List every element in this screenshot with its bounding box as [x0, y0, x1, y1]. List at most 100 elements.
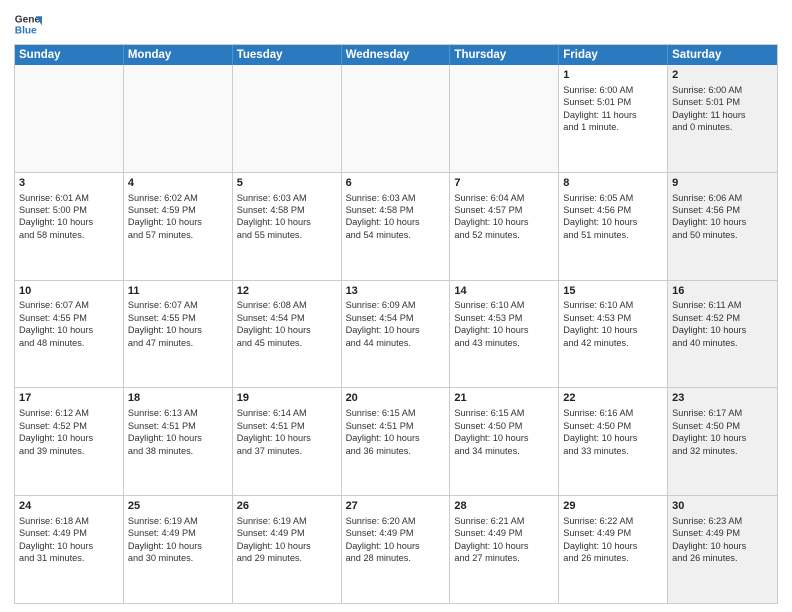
cell-info: Sunrise: 6:03 AM Sunset: 4:58 PM Dayligh… — [346, 192, 446, 242]
day-number: 28 — [454, 499, 554, 514]
cell-info: Sunrise: 6:08 AM Sunset: 4:54 PM Dayligh… — [237, 299, 337, 349]
day-number: 24 — [19, 499, 119, 514]
calendar-cell: 6Sunrise: 6:03 AM Sunset: 4:58 PM Daylig… — [342, 173, 451, 280]
cell-info: Sunrise: 6:09 AM Sunset: 4:54 PM Dayligh… — [346, 299, 446, 349]
cell-info: Sunrise: 6:10 AM Sunset: 4:53 PM Dayligh… — [563, 299, 663, 349]
cell-info: Sunrise: 6:01 AM Sunset: 5:00 PM Dayligh… — [19, 192, 119, 242]
calendar-row: 10Sunrise: 6:07 AM Sunset: 4:55 PM Dayli… — [15, 280, 777, 388]
cell-info: Sunrise: 6:04 AM Sunset: 4:57 PM Dayligh… — [454, 192, 554, 242]
calendar-cell: 21Sunrise: 6:15 AM Sunset: 4:50 PM Dayli… — [450, 388, 559, 495]
cell-info: Sunrise: 6:03 AM Sunset: 4:58 PM Dayligh… — [237, 192, 337, 242]
cell-info: Sunrise: 6:14 AM Sunset: 4:51 PM Dayligh… — [237, 407, 337, 457]
calendar-cell — [124, 65, 233, 172]
cell-info: Sunrise: 6:07 AM Sunset: 4:55 PM Dayligh… — [128, 299, 228, 349]
calendar-cell: 3Sunrise: 6:01 AM Sunset: 5:00 PM Daylig… — [15, 173, 124, 280]
day-number: 7 — [454, 176, 554, 191]
calendar-cell: 5Sunrise: 6:03 AM Sunset: 4:58 PM Daylig… — [233, 173, 342, 280]
cell-info: Sunrise: 6:23 AM Sunset: 4:49 PM Dayligh… — [672, 515, 773, 565]
cell-info: Sunrise: 6:10 AM Sunset: 4:53 PM Dayligh… — [454, 299, 554, 349]
cell-info: Sunrise: 6:13 AM Sunset: 4:51 PM Dayligh… — [128, 407, 228, 457]
calendar-cell: 8Sunrise: 6:05 AM Sunset: 4:56 PM Daylig… — [559, 173, 668, 280]
calendar-cell: 16Sunrise: 6:11 AM Sunset: 4:52 PM Dayli… — [668, 281, 777, 388]
cell-info: Sunrise: 6:02 AM Sunset: 4:59 PM Dayligh… — [128, 192, 228, 242]
calendar-cell: 27Sunrise: 6:20 AM Sunset: 4:49 PM Dayli… — [342, 496, 451, 603]
day-number: 14 — [454, 284, 554, 299]
cell-info: Sunrise: 6:00 AM Sunset: 5:01 PM Dayligh… — [672, 84, 773, 134]
cell-info: Sunrise: 6:17 AM Sunset: 4:50 PM Dayligh… — [672, 407, 773, 457]
logo: General Blue — [14, 10, 42, 38]
day-number: 29 — [563, 499, 663, 514]
day-number: 5 — [237, 176, 337, 191]
calendar-cell: 9Sunrise: 6:06 AM Sunset: 4:56 PM Daylig… — [668, 173, 777, 280]
day-number: 20 — [346, 391, 446, 406]
day-number: 8 — [563, 176, 663, 191]
calendar-cell — [342, 65, 451, 172]
calendar-row: 24Sunrise: 6:18 AM Sunset: 4:49 PM Dayli… — [15, 495, 777, 603]
calendar-cell: 18Sunrise: 6:13 AM Sunset: 4:51 PM Dayli… — [124, 388, 233, 495]
header-day: Saturday — [668, 45, 777, 65]
calendar-cell: 15Sunrise: 6:10 AM Sunset: 4:53 PM Dayli… — [559, 281, 668, 388]
day-number: 15 — [563, 284, 663, 299]
calendar: SundayMondayTuesdayWednesdayThursdayFrid… — [14, 44, 778, 604]
calendar-cell: 12Sunrise: 6:08 AM Sunset: 4:54 PM Dayli… — [233, 281, 342, 388]
day-number: 1 — [563, 68, 663, 83]
cell-info: Sunrise: 6:05 AM Sunset: 4:56 PM Dayligh… — [563, 192, 663, 242]
svg-text:Blue: Blue — [15, 25, 37, 36]
calendar-cell: 14Sunrise: 6:10 AM Sunset: 4:53 PM Dayli… — [450, 281, 559, 388]
calendar-cell: 25Sunrise: 6:19 AM Sunset: 4:49 PM Dayli… — [124, 496, 233, 603]
cell-info: Sunrise: 6:00 AM Sunset: 5:01 PM Dayligh… — [563, 84, 663, 134]
calendar-cell: 22Sunrise: 6:16 AM Sunset: 4:50 PM Dayli… — [559, 388, 668, 495]
calendar-cell: 23Sunrise: 6:17 AM Sunset: 4:50 PM Dayli… — [668, 388, 777, 495]
day-number: 9 — [672, 176, 773, 191]
cell-info: Sunrise: 6:20 AM Sunset: 4:49 PM Dayligh… — [346, 515, 446, 565]
cell-info: Sunrise: 6:22 AM Sunset: 4:49 PM Dayligh… — [563, 515, 663, 565]
cell-info: Sunrise: 6:19 AM Sunset: 4:49 PM Dayligh… — [128, 515, 228, 565]
calendar-cell: 13Sunrise: 6:09 AM Sunset: 4:54 PM Dayli… — [342, 281, 451, 388]
calendar-cell: 24Sunrise: 6:18 AM Sunset: 4:49 PM Dayli… — [15, 496, 124, 603]
calendar-body: 1Sunrise: 6:00 AM Sunset: 5:01 PM Daylig… — [15, 65, 777, 603]
day-number: 11 — [128, 284, 228, 299]
calendar-cell: 4Sunrise: 6:02 AM Sunset: 4:59 PM Daylig… — [124, 173, 233, 280]
day-number: 22 — [563, 391, 663, 406]
calendar-cell — [450, 65, 559, 172]
day-number: 4 — [128, 176, 228, 191]
day-number: 17 — [19, 391, 119, 406]
calendar-cell — [233, 65, 342, 172]
header-day: Monday — [124, 45, 233, 65]
calendar-cell: 7Sunrise: 6:04 AM Sunset: 4:57 PM Daylig… — [450, 173, 559, 280]
header-day: Sunday — [15, 45, 124, 65]
calendar-cell: 2Sunrise: 6:00 AM Sunset: 5:01 PM Daylig… — [668, 65, 777, 172]
cell-info: Sunrise: 6:11 AM Sunset: 4:52 PM Dayligh… — [672, 299, 773, 349]
calendar-cell: 20Sunrise: 6:15 AM Sunset: 4:51 PM Dayli… — [342, 388, 451, 495]
calendar-cell: 19Sunrise: 6:14 AM Sunset: 4:51 PM Dayli… — [233, 388, 342, 495]
header-day: Friday — [559, 45, 668, 65]
calendar-cell: 17Sunrise: 6:12 AM Sunset: 4:52 PM Dayli… — [15, 388, 124, 495]
day-number: 30 — [672, 499, 773, 514]
cell-info: Sunrise: 6:12 AM Sunset: 4:52 PM Dayligh… — [19, 407, 119, 457]
cell-info: Sunrise: 6:15 AM Sunset: 4:50 PM Dayligh… — [454, 407, 554, 457]
logo-icon: General Blue — [14, 10, 42, 38]
header-day: Tuesday — [233, 45, 342, 65]
day-number: 26 — [237, 499, 337, 514]
calendar-cell: 28Sunrise: 6:21 AM Sunset: 4:49 PM Dayli… — [450, 496, 559, 603]
header: General Blue — [14, 10, 778, 38]
calendar-cell: 29Sunrise: 6:22 AM Sunset: 4:49 PM Dayli… — [559, 496, 668, 603]
cell-info: Sunrise: 6:16 AM Sunset: 4:50 PM Dayligh… — [563, 407, 663, 457]
calendar-row: 3Sunrise: 6:01 AM Sunset: 5:00 PM Daylig… — [15, 172, 777, 280]
calendar-row: 17Sunrise: 6:12 AM Sunset: 4:52 PM Dayli… — [15, 387, 777, 495]
calendar-cell — [15, 65, 124, 172]
calendar-cell: 11Sunrise: 6:07 AM Sunset: 4:55 PM Dayli… — [124, 281, 233, 388]
day-number: 6 — [346, 176, 446, 191]
calendar-row: 1Sunrise: 6:00 AM Sunset: 5:01 PM Daylig… — [15, 65, 777, 172]
day-number: 12 — [237, 284, 337, 299]
day-number: 3 — [19, 176, 119, 191]
day-number: 13 — [346, 284, 446, 299]
cell-info: Sunrise: 6:06 AM Sunset: 4:56 PM Dayligh… — [672, 192, 773, 242]
calendar-cell: 10Sunrise: 6:07 AM Sunset: 4:55 PM Dayli… — [15, 281, 124, 388]
calendar-cell: 1Sunrise: 6:00 AM Sunset: 5:01 PM Daylig… — [559, 65, 668, 172]
header-day: Wednesday — [342, 45, 451, 65]
page: General Blue SundayMondayTuesdayWednesda… — [0, 0, 792, 612]
day-number: 19 — [237, 391, 337, 406]
cell-info: Sunrise: 6:18 AM Sunset: 4:49 PM Dayligh… — [19, 515, 119, 565]
calendar-cell: 26Sunrise: 6:19 AM Sunset: 4:49 PM Dayli… — [233, 496, 342, 603]
